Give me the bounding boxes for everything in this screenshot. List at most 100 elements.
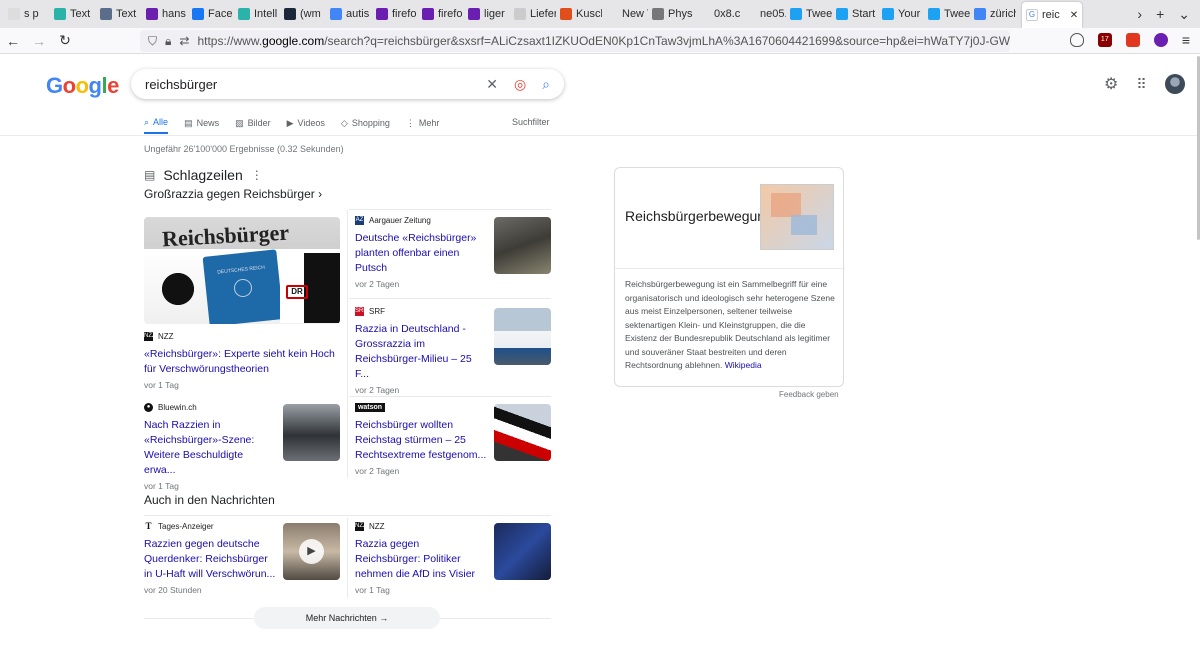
browser-tab[interactable]: Text [50, 0, 96, 28]
news-title[interactable]: Deutsche «Reichsbürger» planten offenbar… [355, 231, 487, 276]
ublock-icon[interactable]: 17 [1097, 33, 1112, 47]
news-title[interactable]: Razzia in Deutschland - Grossrazzia im R… [355, 322, 487, 382]
tab-shopping[interactable]: ◇ Shopping [341, 112, 390, 134]
browser-tab[interactable]: zürich [970, 0, 1016, 28]
browser-tab[interactable]: firefo [372, 0, 418, 28]
news-title[interactable]: Razzien gegen deutsche Querdenker: Reich… [144, 537, 276, 582]
account-area: ⚙ ⠿ [1104, 74, 1185, 94]
close-tab-icon[interactable]: ✕ [1070, 10, 1078, 21]
tab-label: Face [208, 8, 233, 20]
browser-tab[interactable]: Text [96, 0, 142, 28]
browser-tab[interactable]: New Tab [602, 0, 648, 28]
tab-list-chevron-icon[interactable]: › [1137, 6, 1142, 22]
browser-tab[interactable]: firefo [418, 0, 464, 28]
search-input[interactable]: reichsbürger [145, 77, 217, 92]
play-icon[interactable]: ▶ [299, 539, 324, 564]
browser-tab[interactable]: Twee [786, 0, 832, 28]
tab-mehr[interactable]: ⋮ Mehr [406, 112, 440, 134]
search-icon[interactable]: ⌕ [542, 76, 550, 93]
news-time: vor 1 Tag [144, 380, 179, 390]
feature-news-image[interactable]: Reichsbürger DEUTSCHES REICH DR [144, 217, 340, 324]
browser-tab[interactable]: Your [878, 0, 924, 28]
news-title[interactable]: «Reichsbürger»: Experte sieht kein Hoch … [144, 347, 340, 377]
google-logo[interactable]: Google [46, 73, 119, 99]
news-thumbnail[interactable] [494, 404, 551, 461]
camera-icon[interactable]: ◎ [514, 76, 526, 93]
news-card[interactable]: NZZ NZZ «Reichsbürger»: Experte sieht kei… [144, 332, 340, 390]
back-button[interactable]: ← [0, 33, 26, 49]
knowledge-panel-description: Reichsbürgerbewegung ist ein Sammelbegri… [625, 279, 835, 370]
search-tab-label: Videos [297, 118, 325, 128]
news-thumbnail[interactable] [494, 523, 551, 580]
clear-search-icon[interactable]: ✕ [486, 76, 498, 93]
browser-tab[interactable]: Intell [234, 0, 280, 28]
browser-tab[interactable]: liger [464, 0, 510, 28]
column-divider [347, 210, 348, 478]
address-bar[interactable]: ⛉ 🔒︎ ⇄ https://www.google.com/search?q=r… [140, 30, 1010, 52]
news-thumbnail[interactable] [494, 308, 551, 365]
feedback-link[interactable]: Feedback geben [779, 390, 839, 399]
tab-menu-icon[interactable]: ⌄ [1178, 6, 1190, 23]
browser-tab[interactable]: Kuscl [556, 0, 602, 28]
wikipedia-link[interactable]: Wikipedia [725, 360, 762, 370]
nzz-logo-icon: NZZ [144, 332, 156, 341]
news-time: vor 2 Tagen [355, 385, 400, 395]
forward-button[interactable]: → [26, 33, 52, 49]
news-card[interactable]: T Tages-Anzeiger Razzien gegen deutsche Q… [144, 522, 276, 595]
browser-tab[interactable]: autis [326, 0, 372, 28]
browser-tab[interactable]: Twee [924, 0, 970, 28]
tab-favicon-icon [54, 8, 66, 20]
settings-gear-icon[interactable]: ⚙ [1104, 74, 1118, 94]
tab-label: (wm [300, 8, 321, 20]
search-filter-button[interactable]: Suchfilter [512, 117, 550, 127]
search-box[interactable]: reichsbürger ✕ ◎ ⌕ [131, 69, 564, 99]
browser-tab[interactable]: 0x8.ch/l [694, 0, 740, 28]
browser-tab[interactable]: Phys [648, 0, 694, 28]
more-options-icon[interactable]: ⋮ [251, 168, 263, 182]
news-card[interactable]: NZZ NZZ Razzia gegen Reichsbürger: Politi… [355, 522, 487, 595]
reload-button[interactable]: ↻ [52, 32, 78, 49]
knowledge-panel-map-image[interactable] [760, 184, 834, 250]
browser-tab[interactable]: ne05.pn [740, 0, 786, 28]
news-title[interactable]: Razzia gegen Reichsbürger: Politiker neh… [355, 537, 487, 582]
tab-news[interactable]: ▤ News [184, 112, 219, 134]
header-divider [0, 135, 1200, 136]
news-thumbnail[interactable]: ▶ [283, 523, 340, 580]
browser-tab[interactable]: s p [4, 0, 50, 28]
extension-red-icon[interactable] [1125, 33, 1140, 47]
divider [349, 209, 551, 210]
browser-tab[interactable]: Start [832, 0, 878, 28]
tab-bilder[interactable]: ▨ Bilder [235, 112, 271, 134]
news-title[interactable]: Reichsbürger wollten Reichstag stürmen –… [355, 418, 487, 463]
headlines-subtitle[interactable]: Großrazzia gegen Reichsbürger › [144, 187, 322, 201]
extension-purple-icon[interactable] [1153, 33, 1168, 47]
extensions-toolbar: 17 ≡ [1069, 32, 1190, 48]
news-card[interactable]: ● Bluewin.ch Nach Razzien in «Reichsbürge… [144, 403, 276, 491]
tab-controls: › + ⌄ [1137, 6, 1200, 23]
apps-grid-icon[interactable]: ⠿ [1136, 76, 1146, 93]
news-card[interactable]: SRF SRF Razzia in Deutschland - Grossrazz… [355, 307, 487, 395]
knowledge-panel-title[interactable]: Reichsbürgerbewegung [625, 208, 773, 224]
news-card[interactable]: AZ Aargauer Zeitung Deutsche «Reichsbürge… [355, 216, 487, 289]
tab-alle[interactable]: ⌕ Alle [144, 112, 169, 134]
avatar[interactable] [1164, 74, 1185, 94]
browser-tab[interactable]: hans [142, 0, 188, 28]
search-tab-icon: ◇ [340, 117, 348, 128]
tab-label: ne05.pn [760, 8, 786, 20]
more-news-button[interactable]: Mehr Nachrichten → [254, 607, 440, 629]
tab-active[interactable]: G reic ✕ [1022, 2, 1083, 28]
browser-tab[interactable]: (wm [280, 0, 326, 28]
browser-tab[interactable]: Lieferst [510, 0, 556, 28]
hamburger-menu-icon[interactable]: ≡ [1182, 32, 1190, 48]
tab-label: s p [24, 8, 39, 20]
news-card[interactable]: watsonwatson Reichsbürger wollten Reichs… [355, 403, 487, 476]
pocket-icon[interactable] [1069, 33, 1084, 47]
new-tab-button[interactable]: + [1156, 6, 1164, 22]
search-tab-icon: ▤ [184, 117, 193, 128]
news-thumbnail[interactable] [283, 404, 340, 461]
eagle-emblem-icon [150, 261, 206, 317]
browser-tab[interactable]: Face [188, 0, 234, 28]
tab-videos[interactable]: ▶ Videos [287, 112, 325, 134]
news-title[interactable]: Nach Razzien in «Reichsbürger»-Szene: We… [144, 418, 276, 478]
news-thumbnail[interactable] [494, 217, 551, 274]
